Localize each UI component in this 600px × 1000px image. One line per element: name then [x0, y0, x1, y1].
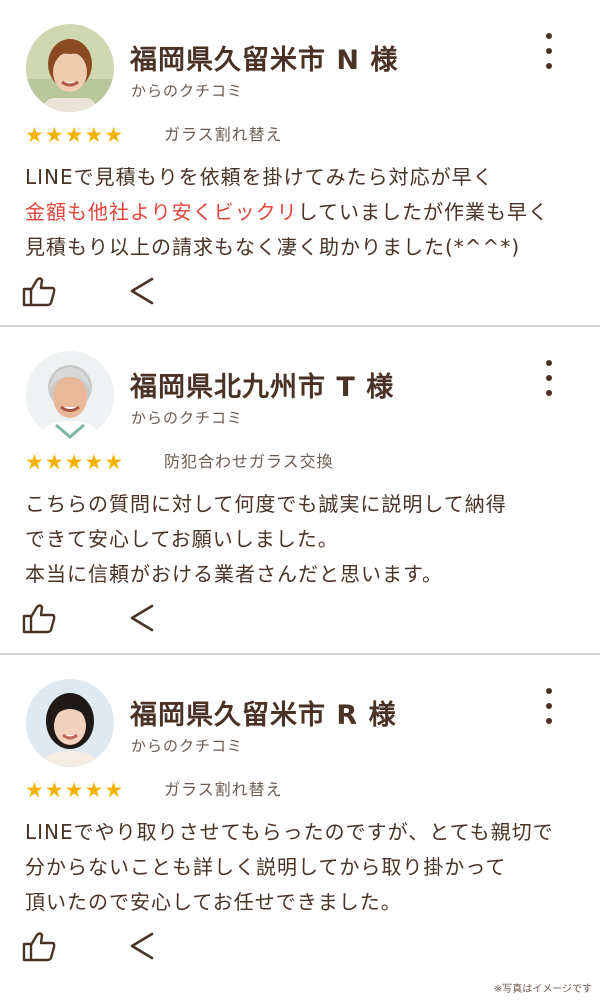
more-vertical-icon[interactable]	[536, 685, 562, 727]
star-rating: ★★★★★	[25, 450, 125, 474]
reviewer-name: 福岡県北九州市 T 様	[130, 372, 395, 403]
review-source: からのクチコミ	[131, 409, 244, 427]
service-label: ガラス割れ替え	[164, 125, 283, 144]
reviewer-avatar	[26, 24, 114, 112]
share-icon[interactable]	[128, 276, 156, 306]
reviewer-avatar	[26, 679, 114, 767]
review-line: こちらの質問に対して何度でも誠実に説明して納得	[25, 492, 507, 516]
review-line: 金額も他社より安くビックリしていましたが作業も早く	[25, 195, 590, 230]
review-card-3: 福岡県久留米市 R 様 からのクチコミ ★★★★★ ガラス割れ替え LINEでや…	[0, 655, 600, 1000]
reviewer-name: 福岡県久留米市 N 様	[130, 45, 399, 76]
more-vertical-icon[interactable]	[536, 357, 562, 399]
review-source: からのクチコミ	[131, 737, 244, 755]
star-rating: ★★★★★	[25, 778, 125, 802]
review-source: からのクチコミ	[131, 82, 244, 100]
reviewer-name: 福岡県久留米市 R 様	[130, 700, 397, 731]
review-text: LINEで見積もりを依頼を掛けてみたら対応が早く 金額も他社より安くビックリして…	[25, 160, 590, 265]
review-line: 見積もり以上の請求もなく凄く助かりました(*^^*)	[25, 235, 521, 259]
review-highlight: 金額も他社より安くビックリ	[25, 200, 298, 224]
review-line: 分からないことも詳しく説明してから取り掛かって	[25, 855, 507, 879]
review-line: 頂いたので安心してお任せできました。	[25, 890, 402, 914]
star-rating: ★★★★★	[25, 123, 125, 147]
thumbs-up-icon[interactable]	[22, 931, 58, 963]
review-line: できて安心してお願いしました。	[25, 527, 339, 551]
share-icon[interactable]	[128, 603, 156, 633]
photo-disclaimer: ※写真はイメージです	[493, 984, 592, 995]
review-text: こちらの質問に対して何度でも誠実に説明して納得 できて安心してお願いしました。 …	[25, 487, 590, 592]
review-card-2: 福岡県北九州市 T 様 からのクチコミ ★★★★★ 防犯合わせガラス交換 こちら…	[0, 327, 600, 655]
reviewer-avatar	[26, 351, 114, 439]
review-line: LINEでやり取りさせてもらったのですが、とても親切で	[25, 820, 554, 844]
share-icon[interactable]	[128, 931, 156, 961]
review-card-1: 福岡県久留米市 N 様 からのクチコミ ★★★★★ ガラス割れ替え LINEで見…	[0, 0, 600, 327]
thumbs-up-icon[interactable]	[22, 603, 58, 635]
more-vertical-icon[interactable]	[536, 30, 562, 72]
review-text: LINEでやり取りさせてもらったのですが、とても親切で 分からないことも詳しく説…	[25, 815, 590, 920]
thumbs-up-icon[interactable]	[22, 276, 58, 308]
review-line: 本当に信頼がおける業者さんだと思います。	[25, 562, 443, 586]
service-label: ガラス割れ替え	[164, 780, 283, 799]
review-line: LINEで見積もりを依頼を掛けてみたら対応が早く	[25, 165, 494, 189]
service-label: 防犯合わせガラス交換	[164, 452, 334, 471]
review-line-rest: していましたが作業も早く	[297, 200, 550, 224]
